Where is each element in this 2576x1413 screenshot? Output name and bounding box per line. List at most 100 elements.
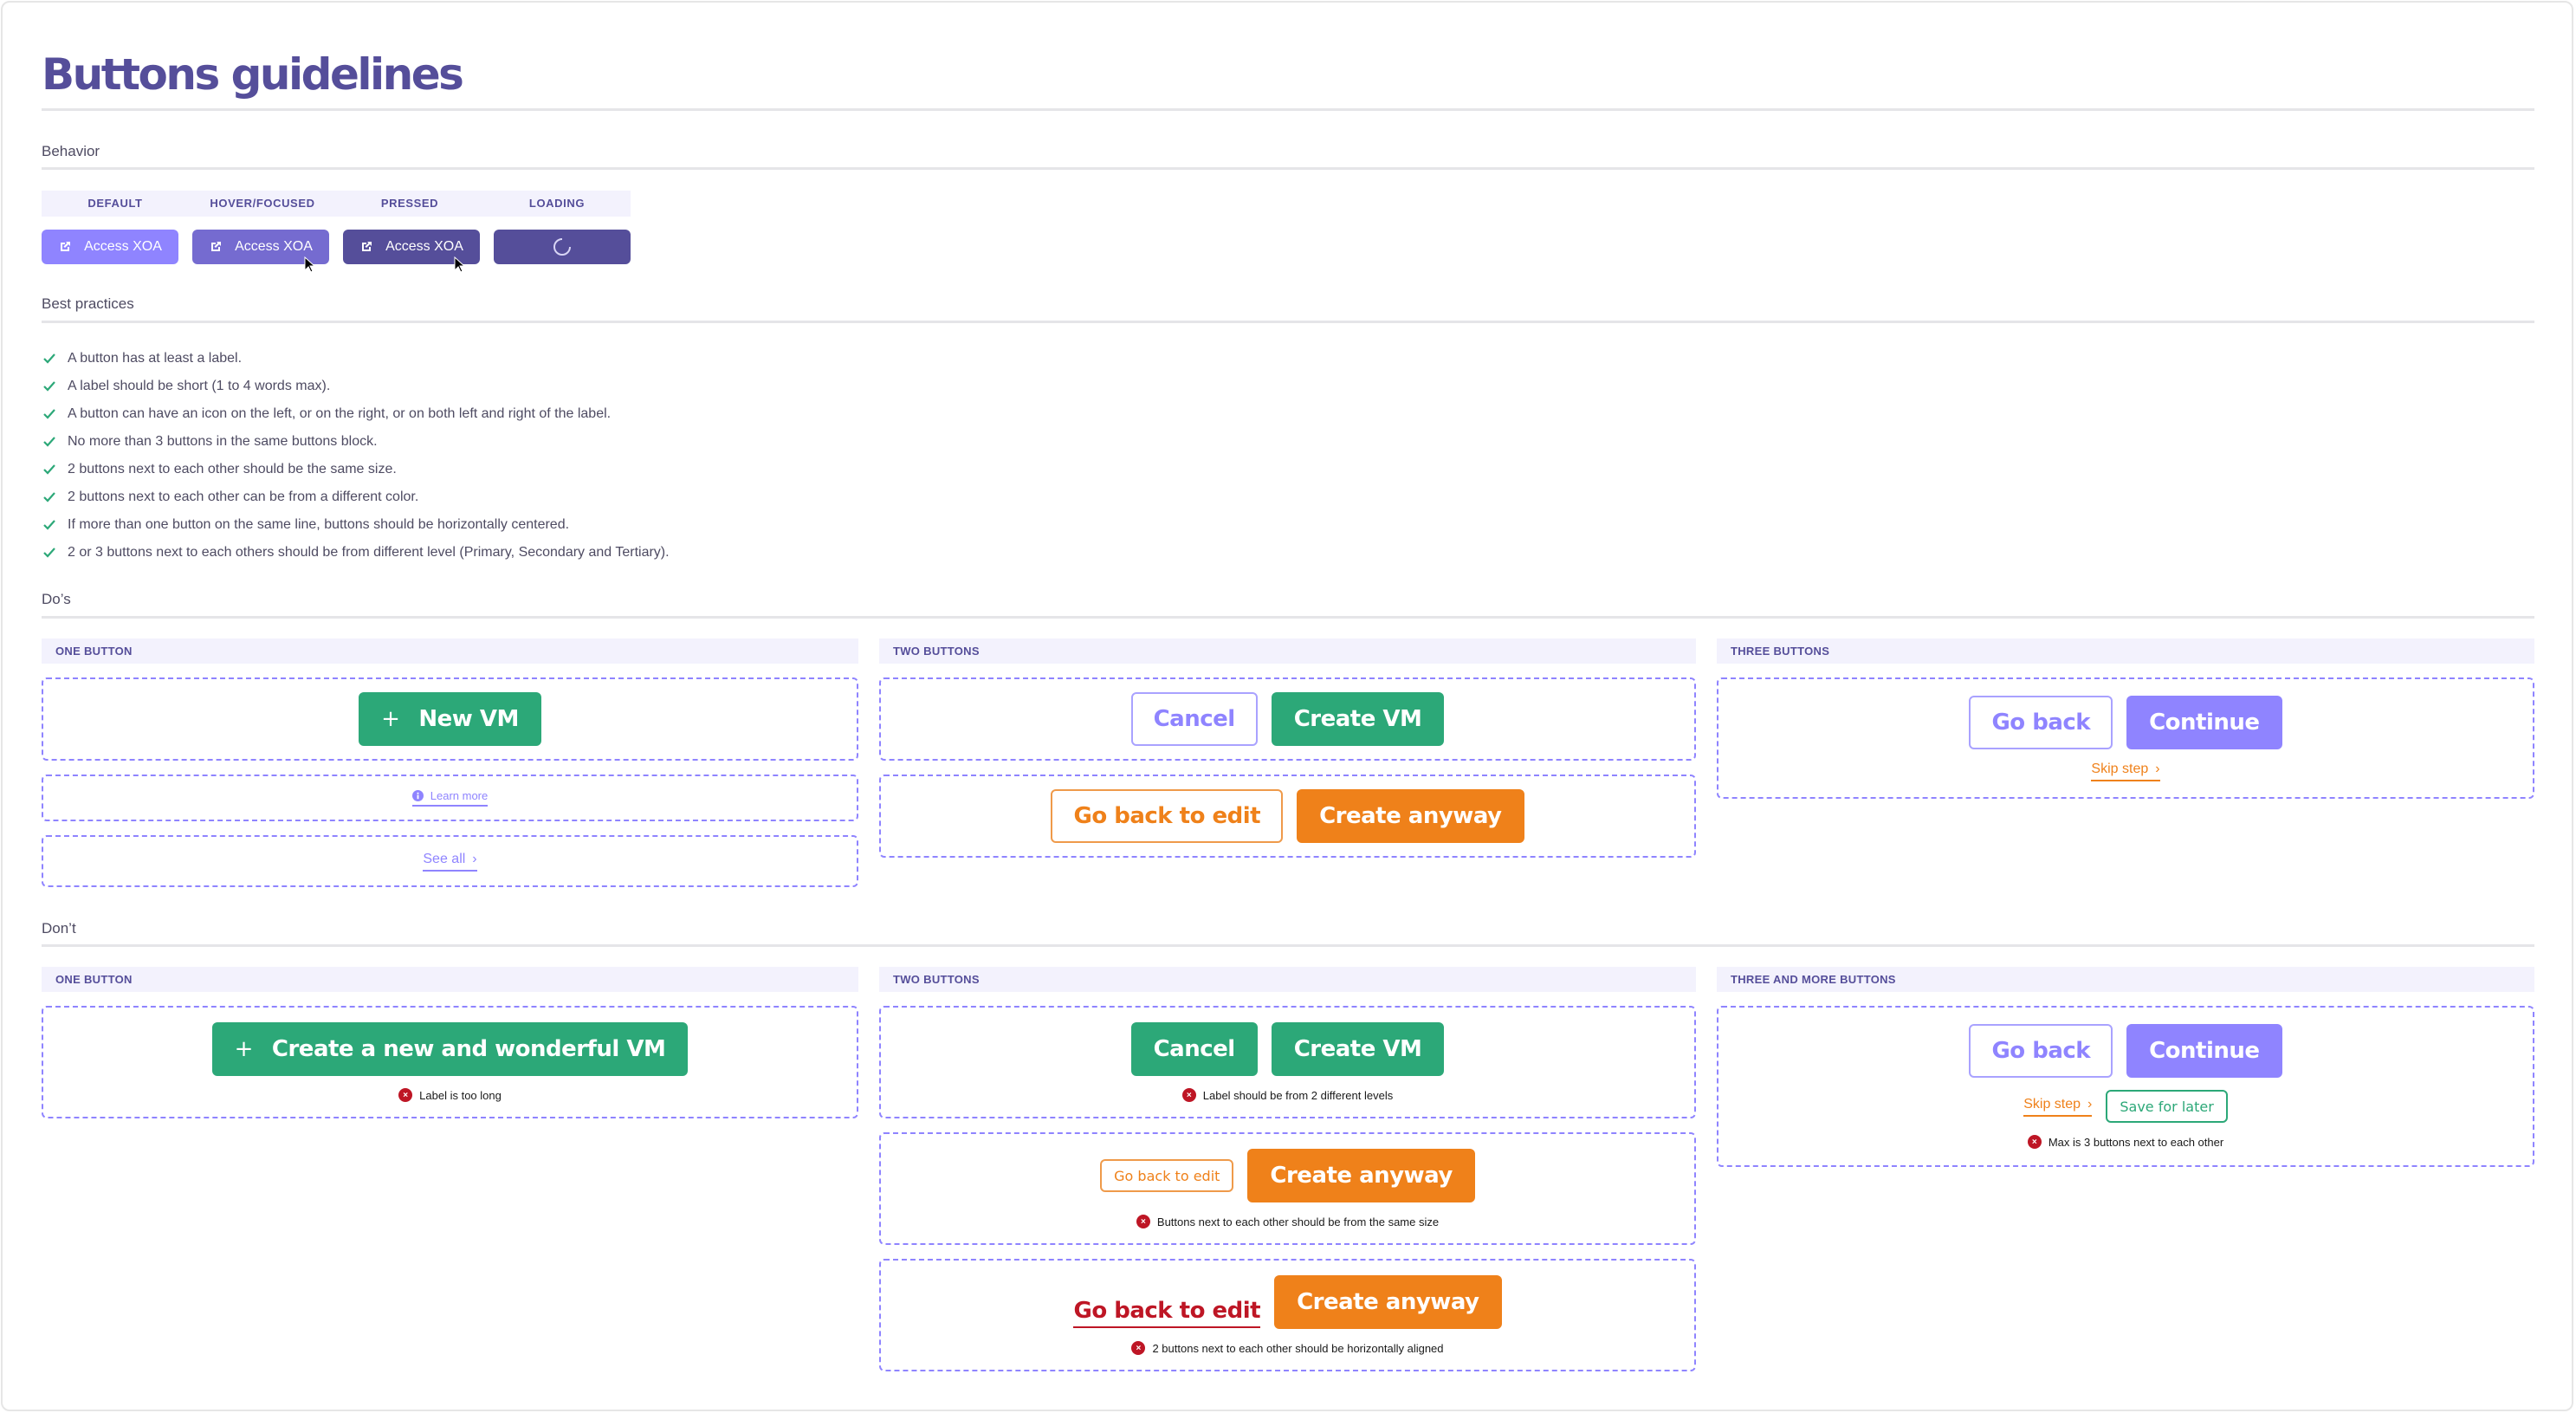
skip-step-link[interactable]: Skip step ›	[2023, 1096, 2093, 1117]
error-text: Max is 3 buttons next to each other	[2048, 1135, 2224, 1149]
error-icon: ×	[1131, 1341, 1146, 1355]
cancel-button[interactable]: Cancel	[1130, 692, 1258, 746]
dos-section-label: Do’s	[42, 591, 71, 607]
error-icon: ×	[1181, 1088, 1196, 1102]
donts-two-buttons-column: TWO BUTTONS Cancel Create VM × Label sho…	[879, 967, 1696, 1371]
behavior-buttons-row: Access XOA Access XOA Access XOA	[42, 230, 631, 264]
button-label: Create a new and wonderful VM	[271, 1036, 666, 1062]
column-header: TWO BUTTONS	[879, 638, 1696, 664]
cancel-button[interactable]: Cancel	[1130, 1022, 1258, 1076]
dos-one-button-column: ONE BUTTON + New VM Learn more See all ›	[42, 638, 858, 887]
column-header: THREE AND MORE BUTTONS	[1717, 967, 2534, 992]
dos-divider	[42, 616, 2534, 619]
button-label: New VM	[418, 706, 519, 732]
button-label: Access XOA	[84, 239, 162, 254]
list-item: 2 or 3 buttons next to each others shoul…	[42, 539, 670, 567]
column-header: ONE BUTTON	[42, 967, 858, 992]
example-box: See all ›	[42, 835, 858, 887]
example-box: Go back to edit Create anyway × Buttons …	[879, 1132, 1696, 1245]
mouse-cursor-icon	[454, 256, 466, 273]
check-icon	[43, 437, 55, 447]
go-back-to-edit-link[interactable]: Go back to edit	[1073, 1298, 1261, 1328]
error-icon: ×	[1136, 1215, 1150, 1228]
check-icon	[43, 353, 55, 364]
create-anyway-button[interactable]: Create anyway	[1247, 1149, 1475, 1202]
save-for-later-button[interactable]: Save for later	[2106, 1090, 2228, 1123]
example-box: Cancel Create VM × Label should be from …	[879, 1006, 1696, 1118]
list-item: If more than one button on the same line…	[42, 511, 670, 539]
access-xoa-button-default[interactable]: Access XOA	[42, 230, 178, 264]
example-box: Learn more	[42, 775, 858, 821]
best-practices-divider	[42, 321, 2534, 323]
example-box: Go back Continue Skip step › Save for la…	[1717, 1006, 2534, 1167]
link-label: Skip step	[2091, 761, 2149, 776]
new-vm-button[interactable]: + New VM	[359, 692, 541, 746]
chevron-right-icon: ›	[472, 851, 477, 866]
col-pressed: PRESSED	[380, 197, 439, 210]
check-icon	[43, 381, 55, 392]
col-loading: LOADING	[528, 197, 586, 210]
error-text: Label is too long	[419, 1088, 502, 1102]
continue-button[interactable]: Continue	[2126, 1024, 2282, 1078]
continue-button[interactable]: Continue	[2126, 695, 2282, 749]
external-link-icon	[211, 242, 222, 251]
donts-one-button-column: ONE BUTTON + Create a new and wonderful …	[42, 967, 858, 1118]
error-icon: ×	[398, 1088, 413, 1102]
best-practices-list: A button has at least a label. A label s…	[42, 345, 670, 567]
create-wonderful-vm-button[interactable]: + Create a new and wonderful VM	[211, 1022, 689, 1076]
check-icon	[43, 492, 55, 502]
create-vm-button[interactable]: Create VM	[1271, 1022, 1445, 1076]
access-xoa-button-loading[interactable]	[494, 230, 631, 264]
plus-icon: +	[234, 1036, 254, 1062]
column-header: THREE BUTTONS	[1717, 638, 2534, 664]
example-box: Go back to edit Create anyway	[879, 775, 1696, 858]
button-label: Access XOA	[385, 239, 463, 254]
error-message: × Label is too long	[398, 1088, 502, 1102]
donts-divider	[42, 944, 2534, 947]
list-item-text: 2 buttons next to each other can be from…	[68, 489, 419, 504]
go-back-button[interactable]: Go back	[1969, 695, 2113, 749]
list-item: A button can have an icon on the left, o…	[42, 400, 670, 428]
error-message: × Label should be from 2 different level…	[1181, 1088, 1394, 1102]
chevron-right-icon: ›	[2155, 761, 2160, 776]
create-anyway-button[interactable]: Create anyway	[1274, 1275, 1502, 1329]
go-back-to-edit-button[interactable]: Go back to edit	[1051, 789, 1284, 843]
list-item-text: A button has at least a label.	[68, 351, 243, 366]
link-label: Learn more	[430, 789, 489, 802]
button-label: Access XOA	[235, 239, 313, 254]
list-item-text: No more than 3 buttons in the same butto…	[68, 434, 378, 449]
example-box: Go back to edit Create anyway × 2 button…	[879, 1259, 1696, 1371]
error-text: Label should be from 2 different levels	[1202, 1088, 1394, 1102]
example-box: Go back Continue Skip step ›	[1717, 677, 2534, 799]
list-item: No more than 3 buttons in the same butto…	[42, 428, 670, 456]
check-icon	[43, 520, 55, 530]
check-icon	[43, 464, 55, 475]
create-vm-button[interactable]: Create VM	[1271, 692, 1445, 746]
error-icon: ×	[2027, 1135, 2042, 1149]
example-box: + New VM	[42, 677, 858, 761]
behavior-divider	[42, 167, 2534, 170]
see-all-link[interactable]: See all ›	[423, 851, 477, 872]
list-item-text: 2 or 3 buttons next to each others shoul…	[68, 545, 670, 560]
external-link-icon	[362, 242, 372, 251]
column-header: TWO BUTTONS	[879, 967, 1696, 992]
check-icon	[43, 409, 55, 419]
create-anyway-button[interactable]: Create anyway	[1297, 789, 1524, 843]
example-box: Cancel Create VM	[879, 677, 1696, 761]
learn-more-link[interactable]: Learn more	[411, 789, 489, 807]
link-label: Skip step	[2023, 1096, 2081, 1112]
info-icon	[411, 790, 424, 801]
title-divider	[42, 108, 2534, 111]
list-item-text: A button can have an icon on the left, o…	[68, 406, 612, 421]
go-back-to-edit-button[interactable]: Go back to edit	[1100, 1159, 1234, 1192]
list-item: A button has at least a label.	[42, 345, 670, 373]
list-item-text: A label should be short (1 to 4 words ma…	[68, 379, 331, 393]
behavior-section-label: Behavior	[42, 143, 100, 159]
list-item-text: 2 buttons next to each other should be t…	[68, 462, 397, 476]
list-item: A label should be short (1 to 4 words ma…	[42, 373, 670, 400]
list-item: 2 buttons next to each other should be t…	[42, 456, 670, 483]
go-back-button[interactable]: Go back	[1969, 1024, 2113, 1078]
dos-three-buttons-column: THREE BUTTONS Go back Continue Skip step…	[1717, 638, 2534, 799]
col-hover: HOVER/FOCUSED	[210, 197, 315, 210]
skip-step-link[interactable]: Skip step ›	[2091, 761, 2160, 781]
